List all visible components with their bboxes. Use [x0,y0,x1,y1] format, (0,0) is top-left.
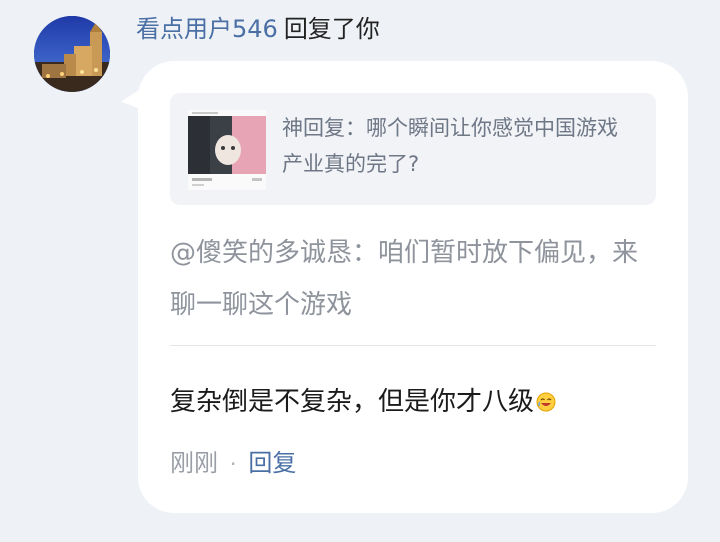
reply-content: 复杂倒是不复杂，但是你才八级 [170,375,670,429]
username-link[interactable]: 看点用户546 [136,15,278,43]
reply-card: 神回复：哪个瞬间让你感觉中国游戏产业真的完了? @傻笑的多诚恳：咱们暂时放下偏见… [138,61,688,513]
quoted-post-thumbnail [188,110,266,190]
mention-text: @傻笑的多诚恳：咱们暂时放下偏见，来聊一聊这个游戏 [170,238,639,320]
avatar-image [34,16,110,92]
quoted-post-card[interactable]: 神回复：哪个瞬间让你感觉中国游戏产业真的完了? [170,93,656,205]
avatar[interactable] [34,16,110,92]
divider [170,345,656,346]
reply-footer: 刚刚 · 回复 [170,443,296,484]
separator-dot: · [230,452,237,476]
notification-header: 看点用户546 回复了你 [136,13,380,45]
reply-button[interactable]: 回复 [248,449,296,477]
quoted-post-text: 神回复：哪个瞬间让你感觉中国游戏产业真的完了? [282,116,618,176]
reply-text: 复杂倒是不复杂，但是你才八级 [170,387,535,417]
laughing-emoji-icon [536,377,556,412]
timestamp: 刚刚 [170,449,218,477]
notification-action-text: 回复了你 [283,15,380,43]
